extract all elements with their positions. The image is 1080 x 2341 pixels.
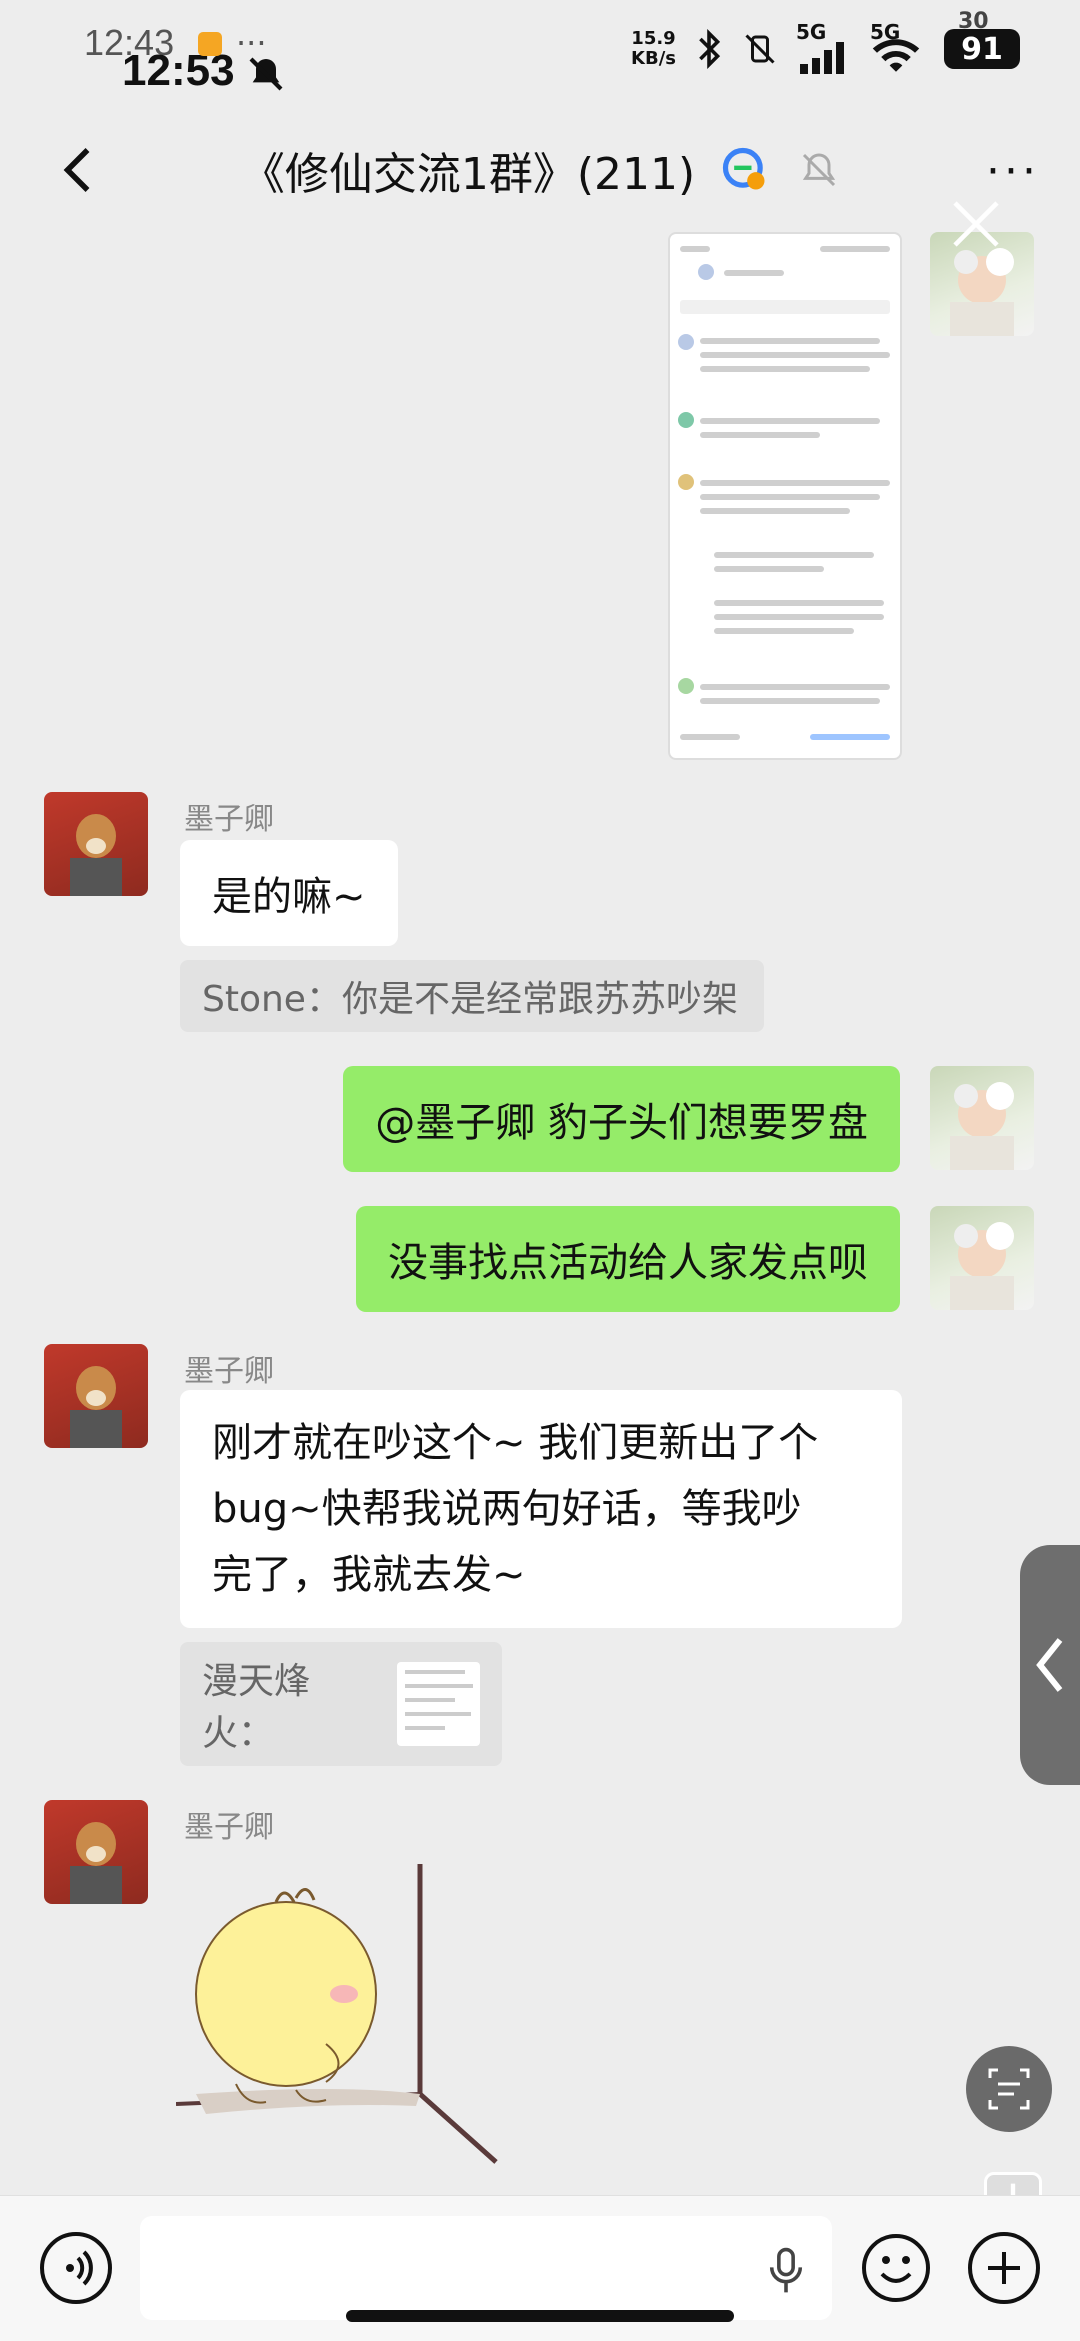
dog-avatar-icon xyxy=(70,814,122,896)
more-functions-button[interactable] xyxy=(968,2232,1040,2304)
chat-header: 《修仙交流1群》(211) ··· xyxy=(0,120,1080,220)
signal-2: 5G xyxy=(870,20,926,74)
sender-avatar[interactable] xyxy=(44,792,148,896)
status-bar: 12:43 12:53 ··· 15.9 KB/s 5G 5G 30 91 xyxy=(0,0,1080,120)
chat-title: 《修仙交流1群》(211) xyxy=(0,138,1080,202)
scan-text-icon xyxy=(988,2068,1030,2110)
signal-bars-1-icon xyxy=(800,42,844,74)
close-icon[interactable] xyxy=(948,196,1004,252)
yellow-chick-sticker-icon[interactable] xyxy=(176,1844,506,2174)
voice-icon xyxy=(66,2250,93,2286)
message-bubble-self[interactable]: @墨子卿 豹子头们想要罗盘 xyxy=(343,1066,900,1172)
net-speed-unit: KB/s xyxy=(631,48,676,69)
quoted-sender: 漫天烽火： xyxy=(202,1661,311,1754)
net-speed-value: 15.9 xyxy=(631,28,676,49)
app-notification-icon xyxy=(198,32,222,56)
microphone-icon[interactable] xyxy=(764,2246,808,2296)
dog-avatar-icon xyxy=(70,1822,122,1904)
text-scan-button[interactable] xyxy=(966,2046,1052,2132)
self-avatar[interactable] xyxy=(930,1206,1034,1310)
message-line: bug~快帮我说两句好话，等我吵 xyxy=(212,1486,802,1532)
message-input[interactable] xyxy=(140,2216,832,2320)
quoted-message[interactable]: 漫天烽火： xyxy=(180,1642,502,1766)
battery-back-value: 30 xyxy=(958,9,989,34)
dog-avatar-icon xyxy=(70,1366,122,1448)
bluetooth-icon xyxy=(699,29,721,69)
status-icons: 15.9 KB/s 5G 5G 30 91 xyxy=(631,9,1020,74)
image-message[interactable] xyxy=(668,232,902,760)
wifi-icon xyxy=(872,39,920,72)
signal-1: 5G xyxy=(796,20,852,74)
ai-assistant-icon[interactable] xyxy=(719,144,771,196)
vibrate-off-icon xyxy=(745,34,775,64)
self-avatar[interactable] xyxy=(930,1066,1034,1170)
sender-name: 墨子卿 xyxy=(184,802,274,837)
voice-mode-button[interactable] xyxy=(40,2232,112,2304)
message-bubble-self[interactable]: 没事找点活动给人家发点呗 xyxy=(356,1206,900,1312)
baby-avatar-icon xyxy=(950,1082,1014,1170)
emoji-icon[interactable] xyxy=(860,2232,932,2304)
message-bubble[interactable]: 是的嘛~ xyxy=(180,840,398,946)
plus-icon xyxy=(988,2252,1020,2284)
net-speed: 15.9 KB/s xyxy=(631,29,676,69)
message-line: 完了，我就去发~ xyxy=(212,1552,526,1598)
message-bubble[interactable]: 刚才就在吵这个~ 我们更新出了个 bug~快帮我说两句好话，等我吵 完了，我就去… xyxy=(180,1390,902,1628)
sender-name: 墨子卿 xyxy=(184,1810,274,1845)
sender-name: 墨子卿 xyxy=(184,1354,274,1389)
quoted-image-thumbnail xyxy=(397,1662,480,1746)
chat-title-text: 《修仙交流1群》(211) xyxy=(240,149,696,200)
baby-avatar-icon xyxy=(950,1222,1014,1310)
chat-message-list[interactable]: 墨子卿 是的嘛~ Stone：你是不是经常跟苏苏吵架 @墨子卿 豹子头们想要罗盘… xyxy=(0,201,1080,2195)
quoted-message[interactable]: Stone：你是不是经常跟苏苏吵架 xyxy=(180,960,764,1032)
mute-status-icon xyxy=(249,57,283,91)
message-line: 刚才就在吵这个~ 我们更新出了个 xyxy=(212,1420,819,1466)
more-icon[interactable]: ··· xyxy=(986,146,1040,197)
battery-wrap: 30 91 xyxy=(944,9,1020,69)
battery-level: 91 xyxy=(944,29,1020,69)
mute-bell-icon xyxy=(803,153,836,187)
home-indicator[interactable] xyxy=(346,2310,734,2322)
sender-avatar[interactable] xyxy=(44,1344,148,1448)
chevron-left-icon xyxy=(1036,1638,1063,1692)
sender-avatar[interactable] xyxy=(44,1800,148,1904)
side-drawer-handle[interactable] xyxy=(1020,1545,1080,1785)
